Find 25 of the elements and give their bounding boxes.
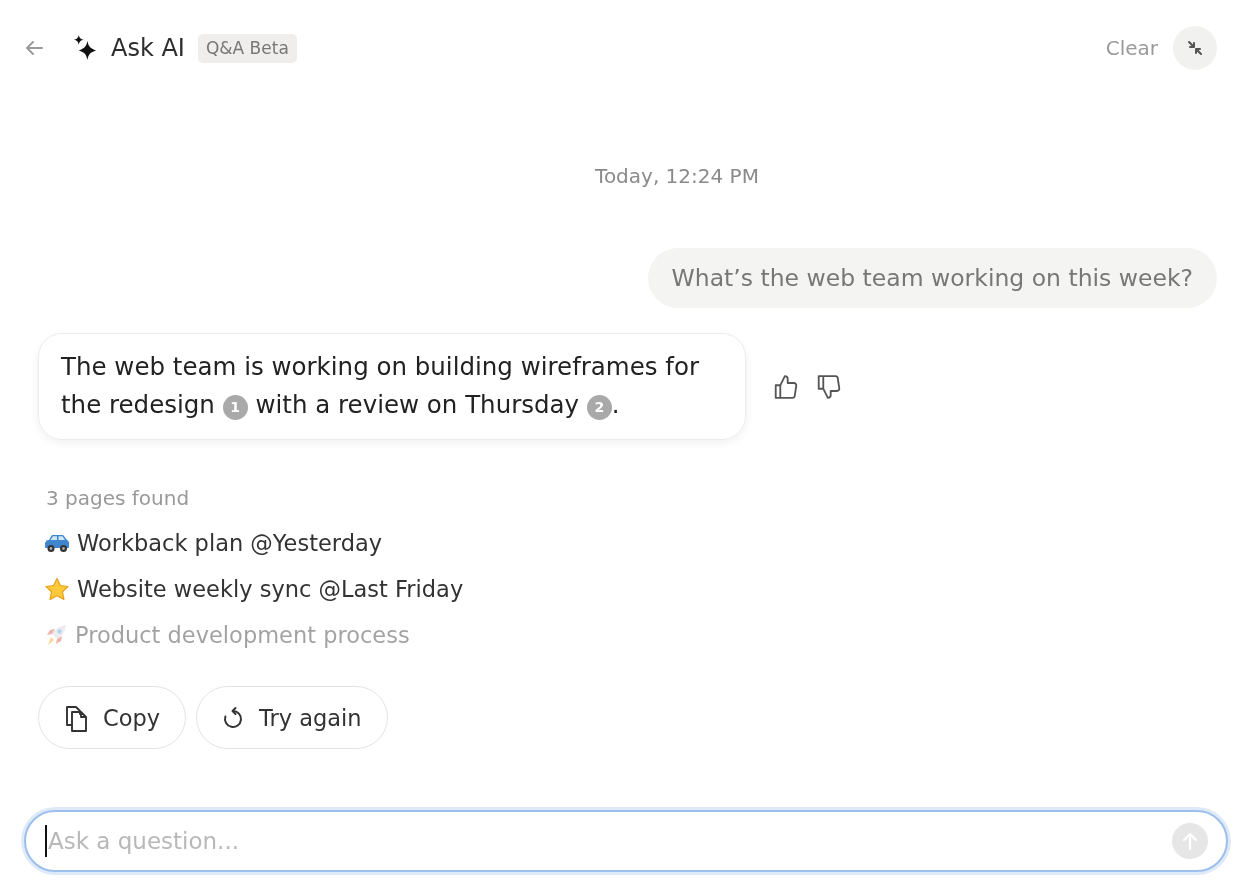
back-arrow-icon [24, 40, 44, 56]
user-message: What’s the web team working on this week? [647, 248, 1217, 308]
panel-title: Ask AI [111, 34, 185, 62]
rocket-icon [44, 623, 68, 647]
thumbs-up-button[interactable] [774, 374, 798, 399]
question-input[interactable]: Ask a question... [24, 810, 1228, 872]
thumbs-down-icon [817, 374, 841, 399]
try-again-button[interactable]: Try again [196, 686, 388, 749]
assistant-message: The web team is working on building wireframes for the redesign 1 with a review on Thursday 2 . [38, 333, 746, 440]
thumbs-down-button[interactable] [817, 374, 841, 399]
page-link[interactable]: Website weekly sync @Last Friday [44, 566, 464, 612]
thumbs-up-icon [774, 374, 798, 399]
back-button[interactable] [24, 40, 44, 56]
message-timestamp: Today, 12:24 PM [594, 164, 760, 188]
page-link[interactable]: Workback plan @Yesterday [44, 520, 383, 566]
collapse-icon [1187, 40, 1203, 56]
arrow-up-icon [1182, 832, 1198, 850]
star-icon [44, 577, 70, 601]
pages-found-label: 3 pages found [45, 486, 191, 510]
beta-badge: Q&A Beta [197, 33, 297, 63]
sparkle-icon [72, 35, 98, 61]
collapse-button[interactable] [1173, 26, 1217, 70]
car-icon [44, 533, 70, 553]
text-caret [45, 825, 47, 857]
copy-button[interactable]: Copy [38, 686, 187, 749]
